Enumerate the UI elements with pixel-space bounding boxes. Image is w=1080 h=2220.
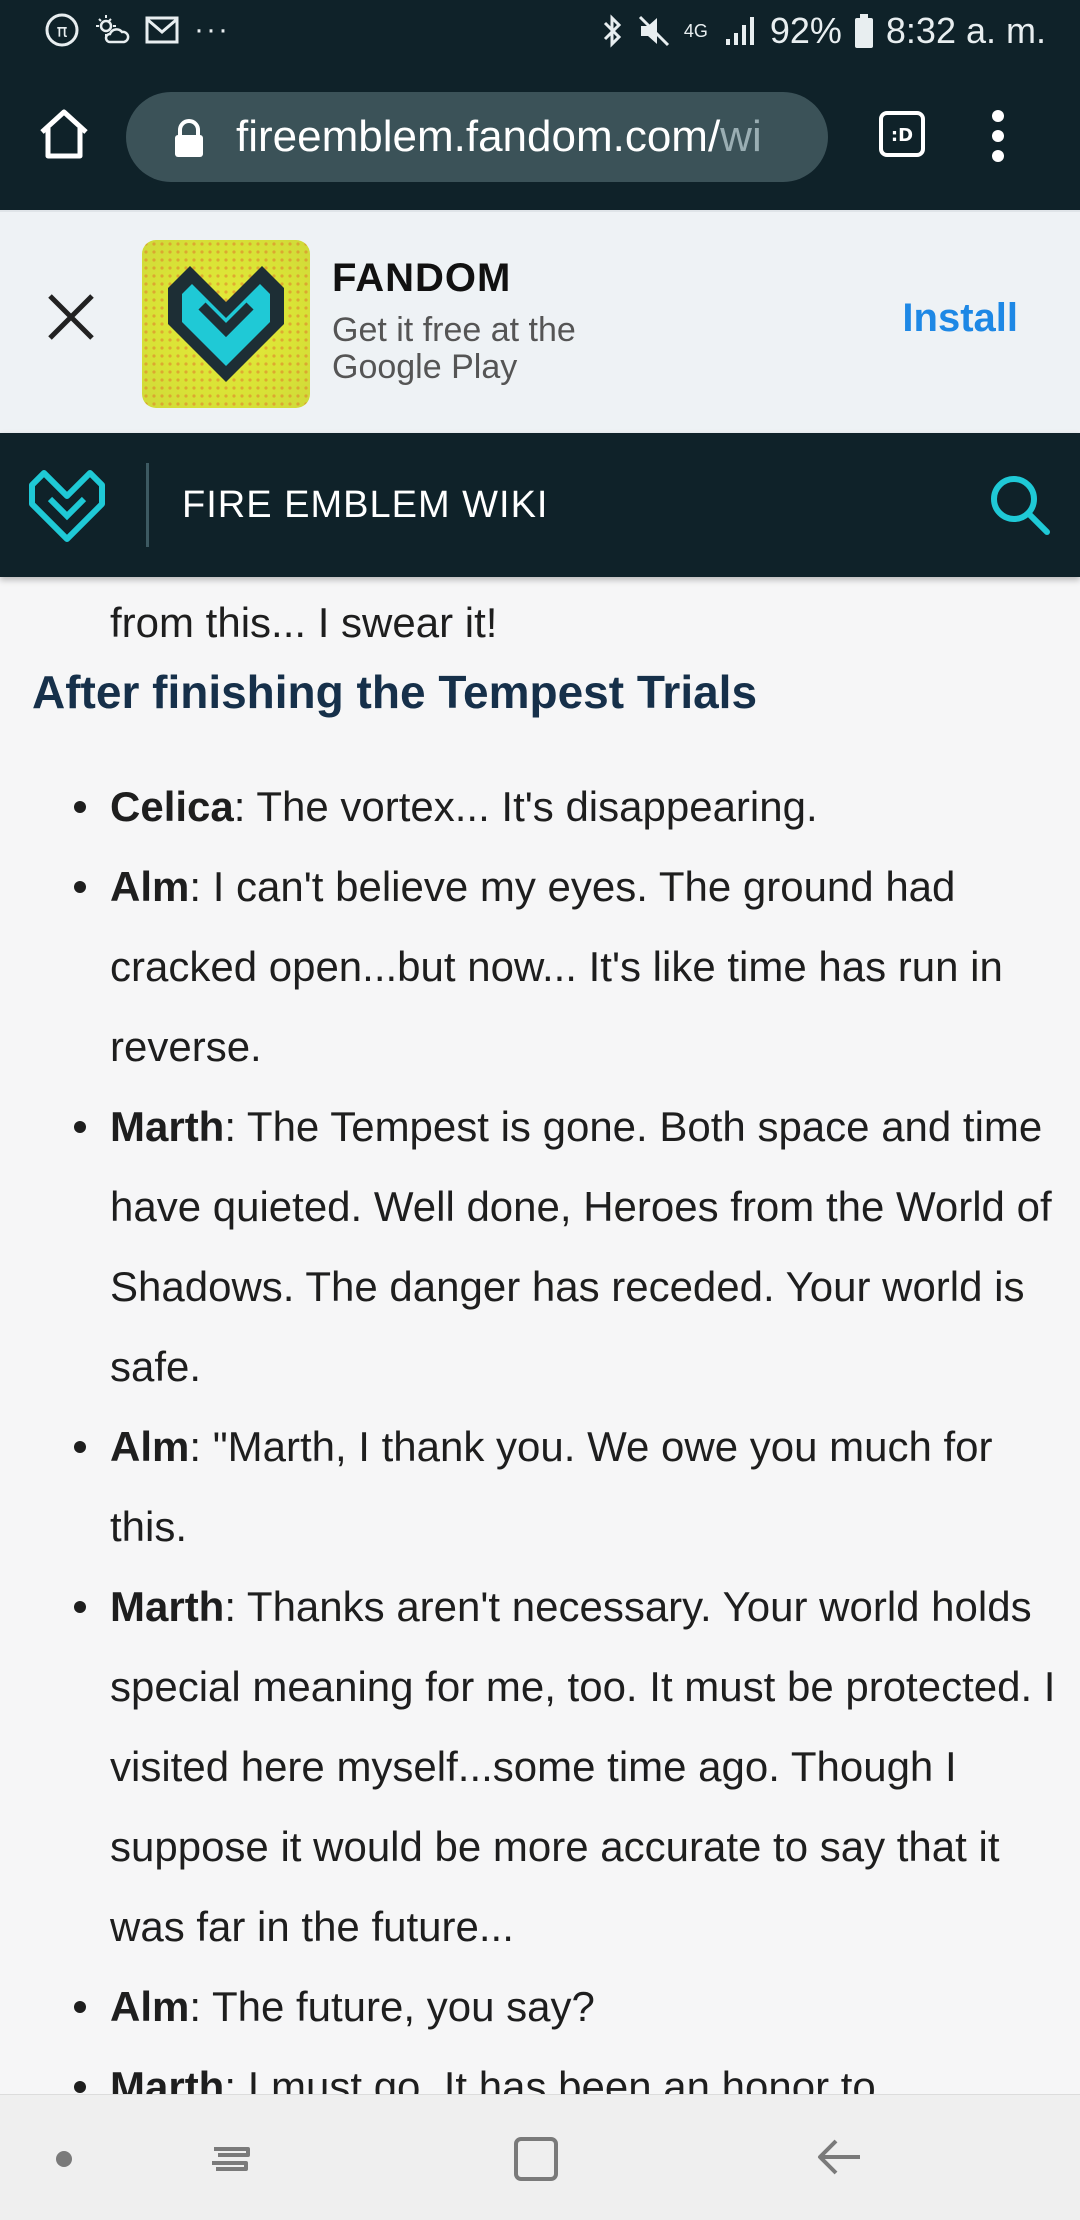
wiki-title[interactable]: FIRE EMBLEM WIKI [182,433,548,577]
battery-icon [854,14,873,48]
system-status: 4G 92% 8:32 a. m. [602,10,1046,52]
nav-dot-icon[interactable] [56,2151,72,2167]
close-icon[interactable] [44,290,98,344]
overflow-menu-icon[interactable] [984,104,1012,168]
speaker-name: Alm [110,1423,190,1470]
address-bar[interactable]: fireemblem.fandom.com/wi [126,92,828,182]
tab-switcher-icon[interactable]: :D [878,110,926,158]
svg-text:π: π [57,21,68,42]
more-dots-icon: ··· [194,13,230,46]
speaker-name: Celica [110,783,234,830]
wiki-header: FIRE EMBLEM WIKI [0,433,1080,577]
system-nav-bar [0,2094,1080,2220]
signal-icon [725,17,754,45]
header-divider [146,463,149,547]
dialogue-text: : The vortex... It's disappearing. [233,783,818,830]
app-install-banner: FANDOM Get it free at the Google Play In… [0,210,1080,433]
fandom-app-icon [142,240,310,408]
dialogue-text: : I can't believe my eyes. The ground ha… [110,863,1003,1070]
dialogue-text: : The future, you say? [189,1983,595,2030]
dialogue-text: : Thanks aren't necessary. Your world ho… [110,1583,1056,1950]
battery-percent: 92% [769,10,842,51]
gmail-icon [145,16,179,44]
app-subtitle: Get it free at the Google Play [332,311,576,386]
weather-icon [96,15,130,44]
dialogue-item: Marth: Thanks aren't necessary. Your wor… [74,1567,1060,1967]
dialogue-item: Marth: The Tempest is gone. Both space a… [74,1087,1060,1407]
dialogue-list: Celica: The vortex... It's disappearing.… [74,767,1060,2094]
mute-icon [638,15,669,47]
home-icon[interactable] [32,102,96,166]
home-nav-icon[interactable] [512,2133,560,2185]
url-fade: wi [720,112,762,161]
lock-icon [175,119,203,157]
network-type: 4G [683,21,708,41]
browser-toolbar: fireemblem.fandom.com/wi :D [0,64,1080,210]
notification-icons: π ··· [44,12,230,48]
dialogue-text: : The Tempest is gone. Both space and ti… [110,1103,1052,1390]
speaker-name: Marth [110,1583,225,1630]
speaker-name: Marth [110,2063,225,2094]
fandom-logo-icon[interactable] [28,469,106,543]
previous-dialogue-line: from this... I swear it! [110,599,498,646]
dialogue-text: : I must go. It has been an honor to [224,2063,876,2094]
back-icon[interactable] [812,2131,864,2183]
dialogue-item: Celica: The vortex... It's disappearing. [74,767,1060,847]
svg-text::D: :D [891,125,913,146]
install-button[interactable]: Install [902,296,1018,341]
dialogue-text: : "Marth, I thank you. We owe you much f… [110,1423,993,1550]
search-icon[interactable] [988,473,1052,537]
article-content: from this... I swear it! After finishing… [0,577,1080,2094]
app-name: FANDOM [332,256,512,300]
dialogue-item: Alm: The future, you say? [74,1967,1060,2047]
url-main: fireemblem.fandom.com/ [236,112,721,161]
speaker-name: Marth [110,1103,225,1150]
fandom-heart-icon [142,240,310,408]
dialogue-item: Marth: I must go. It has been an honor t… [74,2047,1060,2094]
speaker-name: Alm [110,1983,190,2030]
dialogue-item: Alm: I can't believe my eyes. The ground… [74,847,1060,1087]
recents-icon[interactable] [204,2133,256,2185]
section-heading: After finishing the Tempest Trials [32,666,758,718]
bluetooth-icon [603,14,621,48]
url-text[interactable]: fireemblem.fandom.com/wi [236,92,762,182]
dialogue-item: Alm: "Marth, I thank you. We owe you muc… [74,1407,1060,1567]
status-bar: π ··· 4G 92% 8:32 a. m. [0,0,1080,64]
clock: 8:32 a. m. [885,10,1046,51]
pi-icon: π [45,13,79,47]
speaker-name: Alm [110,863,190,910]
